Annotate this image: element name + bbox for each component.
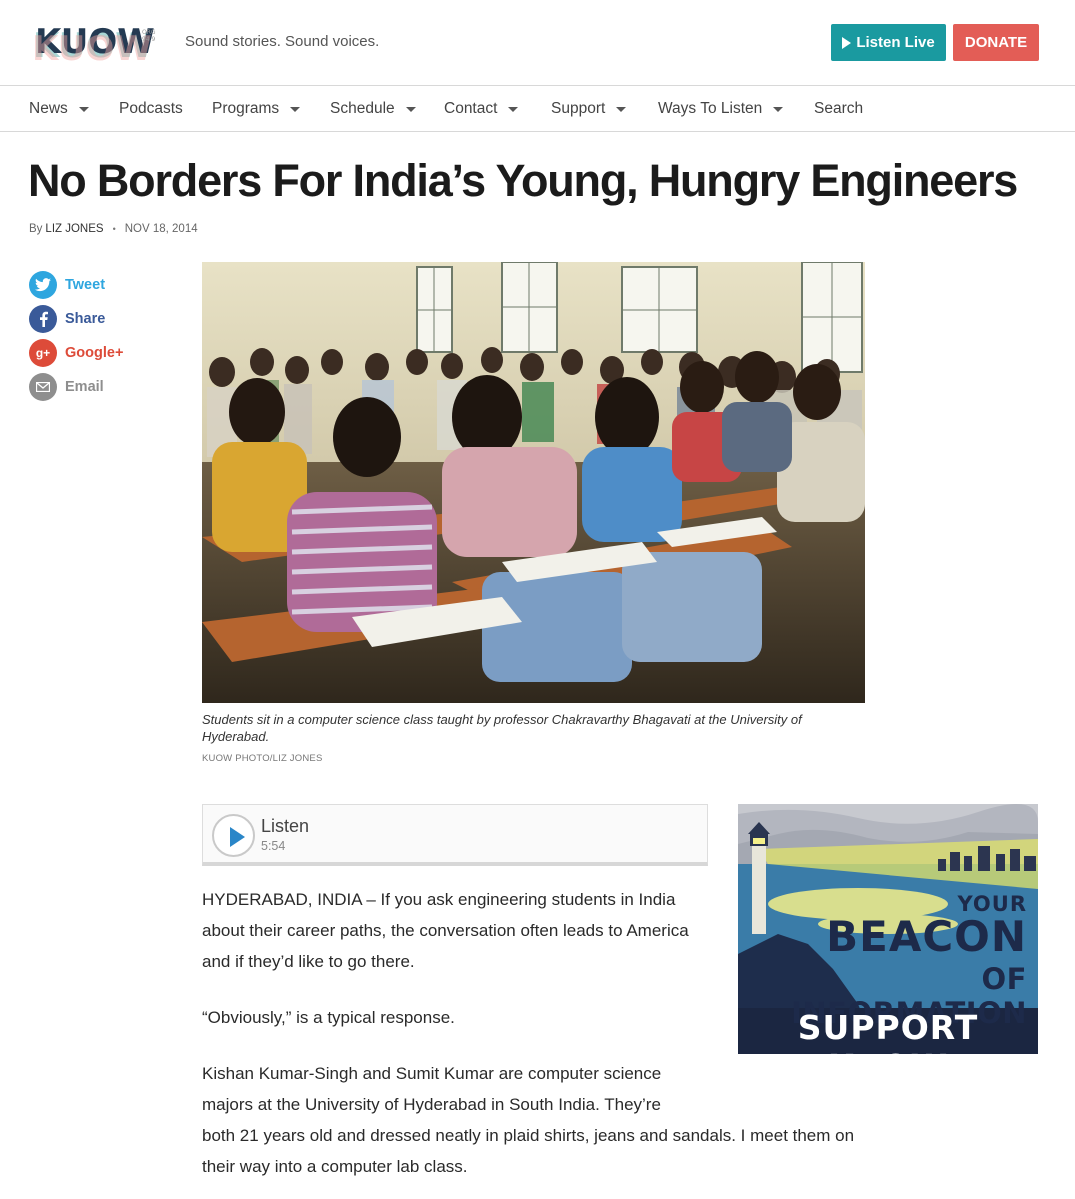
article-paragraph: HYDERABAD, INDIA – If you ask engineerin… bbox=[202, 890, 689, 971]
photo-caption: Students sit in a computer science class… bbox=[202, 712, 802, 744]
nav-label: Search bbox=[814, 100, 864, 117]
article-title: No Borders For India’s Young, Hungry Eng… bbox=[28, 155, 1018, 206]
nav-label: News bbox=[29, 100, 68, 117]
svg-text:KUOW: KUOW bbox=[32, 29, 152, 64]
byline-separator: • bbox=[112, 224, 116, 234]
svg-text:94.9: 94.9 bbox=[142, 36, 156, 43]
nav-label: Support bbox=[551, 100, 606, 117]
facebook-icon bbox=[29, 305, 57, 333]
nav-label: Podcasts bbox=[119, 100, 183, 117]
player-duration: 5:54 bbox=[261, 839, 286, 853]
caret-down-icon bbox=[78, 107, 89, 112]
caret-down-icon bbox=[290, 107, 301, 112]
google-plus-icon: g+ bbox=[29, 339, 57, 367]
nav-item-contact[interactable]: Contact bbox=[444, 100, 519, 118]
share-label: Share bbox=[65, 311, 106, 327]
nav-item-programs[interactable]: Programs bbox=[212, 100, 301, 118]
tweet-button[interactable]: Tweet bbox=[29, 271, 123, 299]
listen-live-button[interactable]: Listen Live bbox=[831, 24, 946, 61]
ad-support-kuow: SUPPORT KUOW bbox=[797, 1008, 979, 1054]
share-label: Google+ bbox=[65, 345, 124, 361]
photo-credit: KUOW PHOTO/LIZ JONES bbox=[202, 753, 323, 764]
nav-item-podcasts[interactable]: Podcasts bbox=[119, 100, 183, 118]
donate-button[interactable]: DONATE bbox=[953, 24, 1039, 61]
audio-player: Listen 5:54 bbox=[202, 804, 708, 866]
main-nav: News Podcasts Programs Schedule Contact … bbox=[0, 87, 1075, 132]
play-button[interactable] bbox=[212, 814, 255, 857]
article-paragraph: “Obviously,” is a typical response. bbox=[202, 1008, 455, 1027]
share-label: Email bbox=[65, 379, 104, 395]
share-links: Tweet Share g+ Google+ Email bbox=[29, 271, 123, 407]
site-header: KUOW KUOW KUOW ORG 94.9 Sound stories. S… bbox=[0, 0, 1075, 86]
author-link[interactable]: LIZ JONES bbox=[45, 223, 103, 235]
twitter-icon bbox=[29, 271, 57, 299]
play-icon bbox=[842, 36, 852, 49]
player-label: Listen bbox=[261, 816, 310, 836]
email-button[interactable]: Email bbox=[29, 373, 123, 401]
nav-item-schedule[interactable]: Schedule bbox=[330, 100, 416, 118]
nav-label: Contact bbox=[444, 100, 498, 117]
email-icon bbox=[29, 373, 57, 401]
caret-down-icon bbox=[773, 107, 784, 112]
google-plus-button[interactable]: g+ Google+ bbox=[29, 339, 123, 367]
nav-item-ways-to-listen[interactable]: Ways To Listen bbox=[658, 100, 784, 118]
share-label: Tweet bbox=[65, 277, 106, 293]
tagline: Sound stories. Sound voices. bbox=[185, 33, 380, 50]
byline-by: By bbox=[29, 223, 43, 235]
article-paragraph-continued: both 21 years old and dressed neatly in … bbox=[202, 1126, 855, 1176]
caret-down-icon bbox=[508, 107, 519, 112]
play-icon bbox=[230, 827, 245, 847]
nav-item-news[interactable]: News bbox=[29, 100, 89, 118]
svg-text:ORG: ORG bbox=[142, 29, 156, 36]
ad-line-beacon: BEACON bbox=[826, 912, 1027, 961]
nav-item-support[interactable]: Support bbox=[551, 100, 627, 118]
article-photo bbox=[202, 262, 865, 703]
nav-item-search[interactable]: Search bbox=[814, 100, 863, 118]
kuow-logo[interactable]: KUOW KUOW KUOW ORG 94.9 bbox=[32, 20, 158, 64]
caret-down-icon bbox=[405, 107, 416, 112]
nav-label: Ways To Listen bbox=[658, 100, 763, 117]
byline: By LIZ JONES • NOV 18, 2014 bbox=[29, 223, 198, 235]
support-kuow-ad[interactable]: YOUR BEACON OF INFORMATION SUPPORT KUOW bbox=[738, 804, 1038, 1054]
listen-live-label: Listen Live bbox=[856, 34, 935, 51]
article-paragraph: Kishan Kumar-Singh and Sumit Kumar are c… bbox=[202, 1064, 662, 1114]
facebook-share-button[interactable]: Share bbox=[29, 305, 123, 333]
publish-date: NOV 18, 2014 bbox=[124, 223, 198, 235]
nav-label: Programs bbox=[212, 100, 280, 117]
nav-label: Schedule bbox=[330, 100, 395, 117]
classroom-photo-illustration bbox=[202, 262, 865, 703]
caret-down-icon bbox=[616, 107, 627, 112]
